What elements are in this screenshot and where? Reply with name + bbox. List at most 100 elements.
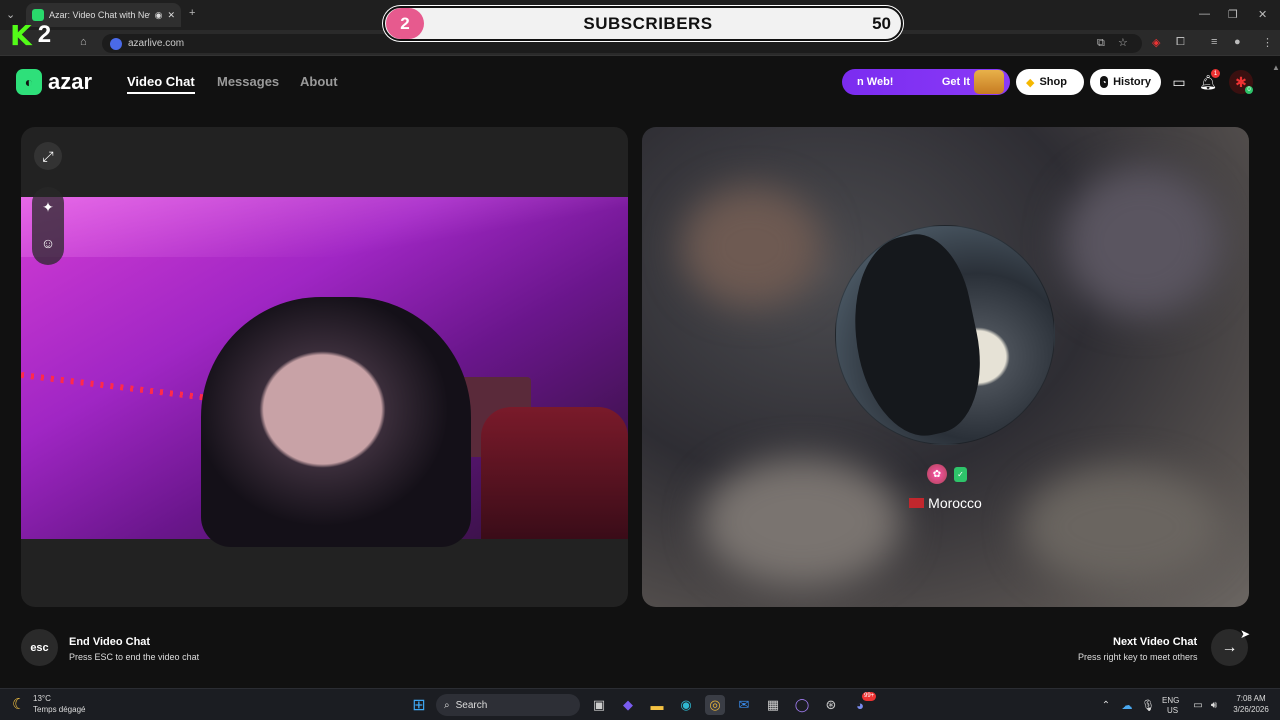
profile-status-badge: 0 [1245,86,1253,94]
verified-shield-icon: ✓ [954,467,967,482]
expand-icon[interactable]: ⤢ [34,142,62,170]
flower-badge-icon: ✿ [927,464,947,484]
search-placeholder: Search [455,699,488,711]
menu-dots-icon[interactable]: ⋮ [1262,36,1273,49]
remote-video-panel: ✿ ✓ Morocco [642,127,1249,607]
search-icon: ⌕ [444,699,450,711]
subscriber-current: 2 [386,8,424,39]
azar-logo[interactable]: ◐ azar [16,69,92,95]
taskbar-search[interactable]: ⌕ Search [436,694,580,716]
mail-icon[interactable]: ✉ [734,695,754,715]
app-circle-icon[interactable]: ◯ [792,695,812,715]
remote-badges: ✿ ✓ [927,464,967,484]
task-view-icon[interactable]: ▣ [589,695,609,715]
lang-top[interactable]: ENG [1162,696,1179,706]
promo-banner[interactable]: n Web! Get It [842,69,1010,95]
subscriber-label: SUBSCRIBERS [583,13,713,33]
close-tab-icon[interactable]: ✕ [167,10,175,21]
volume-icon[interactable]: 🔊︎ [1204,695,1224,715]
new-tab-icon[interactable]: + [189,7,195,19]
azar-logo-icon: ◐ [16,69,42,95]
ceiling-light [21,197,628,257]
subscriber-goal-bar: 2 SUBSCRIBERS 50 [383,6,903,41]
audio-icon: ◉ [154,9,163,20]
end-chat-title: End Video Chat [69,636,151,648]
nav-video-chat[interactable]: Video Chat [127,74,195,94]
end-chat-hint: Press ESC to end the video chat [69,652,200,662]
treasure-chest-icon [974,70,1004,94]
close-window-icon[interactable]: ✕ [1258,8,1267,21]
app-ring-icon[interactable]: ⊛ [821,695,841,715]
kick-count: 2 [37,21,52,48]
extension-icon[interactable]: ◈ [1152,36,1160,49]
bookmark-star-icon[interactable]: ☆ [1118,36,1128,49]
morocco-flag-icon [909,498,925,508]
weather-desc[interactable]: Temps dégagé [33,705,85,715]
windows-start-icon[interactable]: ⊞ [409,695,429,715]
arrow-right-icon: → [1221,638,1238,656]
site-info-icon[interactable] [110,37,122,50]
blur-blob [682,187,822,307]
site-header: ◐ azar Video Chat Messages About n Web! … [0,57,1280,107]
next-chat-hint: Press right key to meet others [1078,652,1198,662]
mouse-cursor-icon: ➤ [1240,627,1251,641]
kick-overlay: K 2 [10,18,64,52]
magic-wand-icon[interactable]: ✦ [36,195,60,219]
shop-button[interactable]: ◆ Shop [1016,69,1084,95]
clock-time[interactable]: 7:08 AM [1231,694,1271,704]
avatar-hair [836,226,996,444]
effects-toolbar: ✦ ☺ [32,187,64,265]
tab-title: Azar: Video Chat with New [49,10,150,20]
inbox-icon[interactable]: ▭ [1168,71,1190,93]
edge-icon[interactable]: ◉ [676,695,696,715]
microphone-icon[interactable]: 🎙︎ [1138,695,1158,715]
gem-icon: ◆ [1026,76,1035,89]
self-person [201,297,471,547]
chrome-icon[interactable]: ◎ [705,695,725,715]
kick-logo: K [10,18,32,52]
promo-text-right: Get It [941,76,970,88]
media-control-icon[interactable]: ≡ [1211,36,1217,48]
discord-badge: 99+ [862,692,877,701]
install-app-icon[interactable]: ⧉ [1097,37,1105,50]
clock-icon: ◔ [1100,76,1109,88]
promo-text-left: n Web! [857,76,894,88]
chair [481,407,628,539]
onedrive-icon[interactable]: ☁ [1117,695,1137,715]
windows-taskbar: ☾ 13°C Temps dégagé ⊞ ⌕ Search ▣ ◆ ▬ ◉ ◎… [0,688,1280,720]
file-explorer-icon[interactable]: ▬ [647,695,667,715]
history-button[interactable]: ◔ History [1090,69,1161,95]
moon-weather-icon[interactable]: ☾ [12,695,25,713]
end-chat-button[interactable]: esc [21,629,58,666]
store-icon[interactable]: ▦ [763,695,783,715]
blur-blob [1022,467,1222,587]
tray-chevron-icon[interactable]: ⌃ [1096,695,1116,715]
scroll-up-icon[interactable]: ▲ [1272,63,1280,72]
shop-label: Shop [1039,76,1067,88]
lang-bottom[interactable]: US [1167,706,1178,716]
subscriber-goal: 50 [872,13,891,33]
m365-icon[interactable]: ◆ [618,695,638,715]
minimize-icon[interactable]: — [1199,8,1210,20]
esc-key-label: esc [30,641,49,654]
extensions-puzzle-icon[interactable]: ⧠ [1176,36,1185,49]
self-video-feed [21,197,628,547]
remote-country: Morocco [642,495,1249,511]
face-mask-icon[interactable]: ☺ [36,231,60,255]
home-icon[interactable]: ⌂ [80,36,87,48]
profile-avatar-icon[interactable]: ● [1234,36,1241,48]
country-name: Morocco [928,495,982,511]
nav-messages[interactable]: Messages [217,74,279,89]
notification-badge: 1 [1211,69,1220,78]
maximize-icon[interactable]: ❐ [1228,8,1238,21]
blur-blob [1062,167,1222,317]
blur-blob [702,457,902,587]
remote-profile-avatar [835,225,1055,445]
clock-date[interactable]: 3/26/2026 [1229,705,1273,715]
self-video-panel: ⤢ ✦ ☺ [21,127,628,607]
url-text: azarlive.com [128,38,185,49]
logo-text: azar [48,69,93,94]
weather-temp[interactable]: 13°C [33,694,51,704]
nav-about[interactable]: About [300,74,338,89]
next-chat-title: Next Video Chat [1113,636,1198,648]
